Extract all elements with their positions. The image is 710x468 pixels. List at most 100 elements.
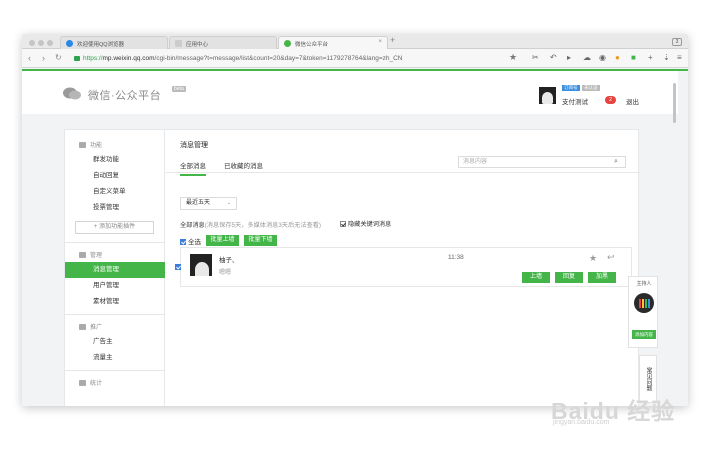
main-content: 消息管理 全部消息 已收藏的消息 消息内容 ⌕ 最近五天 ⌄ 全部消息(消息保存5…: [166, 130, 640, 406]
sidebar-item-publisher[interactable]: 流量主: [65, 350, 165, 366]
batch-pin-button[interactable]: 批量上墙: [206, 235, 239, 246]
navigation-bar: ‹ › ↻ https://mp.weixin.qq.com/cgi-bin/m…: [22, 49, 688, 68]
sidebar: 功能 群发功能 自动回复 自定义菜单 投票管理 + 添加功能插件 管理 消息管理…: [65, 130, 165, 406]
date-filter-select[interactable]: 最近五天 ⌄: [180, 197, 237, 210]
refresh-icon[interactable]: ↻: [55, 52, 62, 64]
bookmark-star-icon[interactable]: ★: [509, 52, 517, 63]
hide-keyword-checkbox[interactable]: 隐藏关键词消息: [340, 219, 391, 228]
address-bar[interactable]: https://mp.weixin.qq.com/cgi-bin/message…: [74, 52, 534, 65]
qq-browser-icon: [66, 40, 73, 47]
sidebar-item-advertiser[interactable]: 广告主: [65, 334, 165, 350]
app-icon: [175, 40, 182, 47]
sidebar-item-auto-reply[interactable]: 自动回复: [65, 168, 165, 184]
select-all-checkbox[interactable]: 全选: [180, 236, 201, 246]
tab-app-center[interactable]: 应用中心: [169, 36, 277, 49]
divider: [65, 370, 165, 371]
tab-bar: 欢迎使用QQ浏览器 应用中心 微信公众平台 × + 3: [22, 34, 688, 49]
sender-nickname[interactable]: 柚子、: [219, 254, 239, 264]
reply-arrow-icon[interactable]: ↩: [607, 252, 615, 263]
sidebar-section-promote: 推广: [79, 322, 102, 331]
maximize-window-button[interactable]: [47, 40, 53, 46]
scissors-icon[interactable]: ✂: [532, 53, 539, 63]
plugin-icon[interactable]: ●: [615, 53, 620, 63]
divider: [65, 314, 165, 315]
tab-starred-messages[interactable]: 已收藏的消息: [224, 160, 263, 170]
tab-wechat-mp[interactable]: 微信公众平台 ×: [278, 36, 388, 49]
summary-note: (消息保存5天，多媒体消息3天后无法查看): [204, 222, 321, 229]
cloud-icon[interactable]: ☁: [583, 53, 591, 63]
headphones-icon: [634, 293, 654, 313]
sidebar-section-function: 功能: [79, 140, 102, 149]
sidebar-item-mass-send[interactable]: 群发功能: [65, 152, 165, 168]
sidebar-section-manage: 管理: [79, 250, 102, 259]
url-protocol: https://: [83, 55, 103, 62]
section-title: 功能: [90, 143, 103, 149]
page-title: 消息管理: [180, 142, 208, 149]
wechat-logo-icon: [63, 87, 81, 100]
tabs-divider: [166, 172, 640, 173]
account-name[interactable]: 支付测试: [562, 96, 588, 106]
logout-link[interactable]: 退出: [626, 96, 639, 106]
promote-icon: [79, 324, 86, 330]
page-scrollbar[interactable]: [673, 83, 676, 123]
site-header: 微信·公众平台 beta 订阅号 未认证 支付测试 2 退出: [22, 71, 678, 123]
tab-qq-browser[interactable]: 欢迎使用QQ浏览器: [60, 36, 168, 49]
logo-text[interactable]: 微信·公众平台: [88, 87, 161, 103]
beta-tag: beta: [172, 86, 186, 92]
sender-avatar[interactable]: [190, 254, 212, 276]
avatar[interactable]: [539, 87, 556, 104]
pin-button[interactable]: 上墙: [522, 272, 550, 283]
close-tab-icon[interactable]: ×: [378, 39, 382, 45]
tab-count[interactable]: 3: [672, 38, 682, 46]
divider: [65, 242, 165, 243]
sidebar-item-materials[interactable]: 素材管理: [65, 294, 165, 310]
checkbox[interactable]: [340, 221, 346, 227]
tab-all-messages[interactable]: 全部消息: [180, 160, 206, 176]
content-panel: 功能 群发功能 自动回复 自定义菜单 投票管理 + 添加功能插件 管理 消息管理…: [64, 129, 640, 406]
add-content-button[interactable]: 添加内容: [632, 330, 656, 339]
checkbox-label: 隐藏关键词消息: [348, 221, 392, 228]
undo-icon[interactable]: ↶: [550, 53, 557, 63]
play-icon[interactable]: ▸: [567, 53, 571, 63]
forward-icon[interactable]: ›: [42, 52, 45, 64]
widget-title: 主持人: [636, 281, 652, 287]
tab-label: 欢迎使用QQ浏览器: [77, 42, 125, 48]
section-title: 管理: [90, 253, 103, 259]
close-window-button[interactable]: [29, 40, 35, 46]
app-store-icon[interactable]: ■: [631, 53, 636, 63]
star-icon[interactable]: ★: [589, 253, 597, 264]
section-title: 推广: [90, 325, 103, 331]
sidebar-item-messages[interactable]: 消息管理: [65, 262, 165, 278]
search-input[interactable]: 消息内容: [458, 156, 626, 168]
tab-label: 应用中心: [186, 42, 209, 48]
notification-badge[interactable]: 2: [605, 96, 616, 104]
tab-label: 微信公众平台: [295, 42, 329, 48]
add-plugin-button[interactable]: + 添加功能插件: [75, 221, 154, 234]
select-value: 最近五天: [186, 200, 211, 206]
menu-icon[interactable]: ≡: [677, 53, 682, 63]
web-page: 微信·公众平台 beta 订阅号 未认证 支付测试 2 退出 功能 群发功能 自…: [22, 69, 688, 406]
new-tab-button[interactable]: +: [390, 35, 395, 45]
minimize-window-button[interactable]: [38, 40, 44, 46]
url-path: /cgi-bin/message?t=message/list&count=20…: [154, 55, 403, 62]
summary-label: 全部消息: [180, 222, 205, 229]
search-icon[interactable]: ⌕: [614, 158, 618, 166]
blacklist-button[interactable]: 加黑: [588, 272, 616, 283]
sidebar-item-users[interactable]: 用户管理: [65, 278, 165, 294]
sidebar-item-vote[interactable]: 投票管理: [65, 200, 165, 216]
reply-button[interactable]: 回复: [555, 272, 583, 283]
sidebar-item-custom-menu[interactable]: 自定义菜单: [65, 184, 165, 200]
checkbox[interactable]: [180, 239, 186, 245]
account-type-badge: 订阅号: [562, 85, 580, 91]
download-icon[interactable]: ⇣: [663, 53, 670, 63]
message-summary: 全部消息(消息保存5天，多媒体消息3天后无法查看): [180, 220, 321, 229]
host-widget: 主持人 添加内容: [628, 276, 658, 348]
add-icon[interactable]: +: [648, 53, 653, 63]
batch-unpin-button[interactable]: 批量下墙: [244, 235, 277, 246]
checkbox-label: 全选: [188, 239, 201, 246]
back-icon[interactable]: ‹: [28, 52, 31, 64]
message-checkbox[interactable]: [175, 264, 181, 270]
extension-icon[interactable]: ◉: [599, 53, 606, 63]
manage-icon: [79, 252, 86, 258]
stats-icon: [79, 380, 86, 386]
